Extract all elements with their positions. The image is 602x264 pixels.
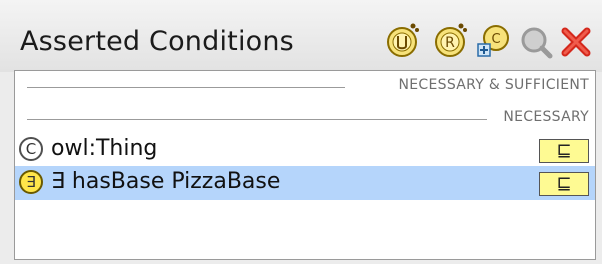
necessary-sufficient-header: NECESSARY & SUFFICIENT (27, 77, 589, 97)
add-named-superclass-icon[interactable] (382, 20, 422, 60)
condition-text: ∃ hasBase PizzaBase (51, 169, 281, 194)
panel-header: Asserted Conditions R C (0, 0, 602, 72)
svg-text:C: C (491, 32, 500, 47)
create-new-expression-icon[interactable]: C (472, 20, 512, 60)
subclass-operator-button[interactable]: ⊑ (539, 172, 589, 196)
find-usage-icon[interactable] (516, 20, 556, 60)
subclass-operator-button[interactable]: ⊑ (539, 139, 589, 163)
conditions-list[interactable]: NECESSARY & SUFFICIENT NECESSARY C owl:T… (14, 70, 596, 260)
necessary-sufficient-label: NECESSARY & SUFFICIENT (398, 77, 589, 93)
necessary-label: NECESSARY (503, 109, 589, 125)
panel-title: Asserted Conditions (20, 26, 294, 57)
class-icon: C (19, 137, 43, 161)
condition-text: owl:Thing (51, 136, 158, 161)
necessary-header: NECESSARY (27, 109, 589, 129)
add-restriction-icon[interactable]: R (430, 20, 470, 60)
condition-row[interactable]: C owl:Thing ⊑ (15, 133, 595, 167)
existential-restriction-icon: ∃ (19, 170, 43, 194)
delete-condition-icon[interactable] (556, 20, 596, 60)
asserted-conditions-panel: Asserted Conditions R C NECESSARY & SUFF… (0, 0, 602, 264)
condition-row-selected[interactable]: ∃ ∃ hasBase PizzaBase ⊑ (15, 166, 595, 200)
svg-text:R: R (445, 35, 455, 51)
